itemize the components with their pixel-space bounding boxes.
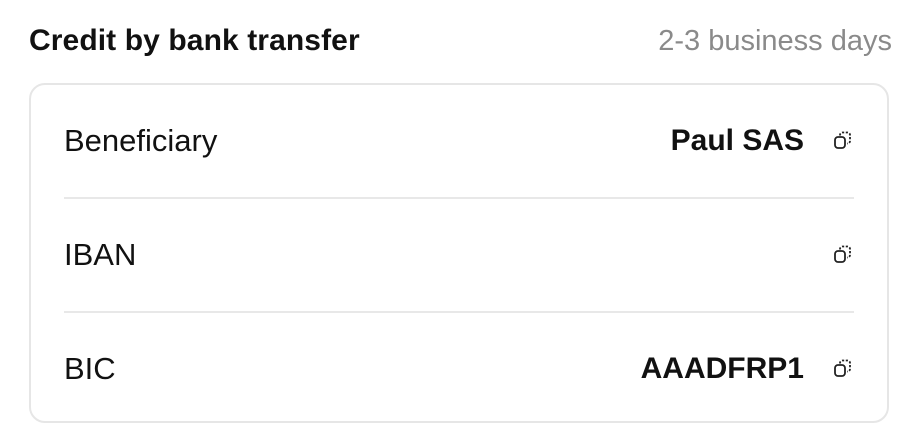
delivery-time: 2-3 business days	[658, 24, 892, 57]
detail-value: Paul SAS	[670, 124, 804, 157]
section-title: Credit by bank transfer	[29, 24, 360, 57]
copy-icon[interactable]	[832, 358, 854, 380]
detail-row-beneficiary: Beneficiary Paul SAS	[64, 85, 854, 197]
detail-row-bic: BIC AAADFRP1	[64, 313, 854, 425]
detail-value: AAADFRP1	[640, 352, 804, 385]
detail-row-iban: IBAN	[64, 199, 854, 311]
copy-icon[interactable]	[832, 244, 854, 266]
detail-label: BIC	[64, 351, 116, 386]
detail-label: IBAN	[64, 237, 137, 272]
bank-transfer-panel: Credit by bank transfer 2-3 business day…	[0, 0, 914, 434]
section-header: Credit by bank transfer 2-3 business day…	[29, 18, 892, 64]
detail-label: Beneficiary	[64, 123, 218, 158]
bank-details-card: Beneficiary Paul SAS IBAN BIC AAADFRP1	[29, 83, 889, 423]
copy-icon[interactable]	[832, 130, 854, 152]
